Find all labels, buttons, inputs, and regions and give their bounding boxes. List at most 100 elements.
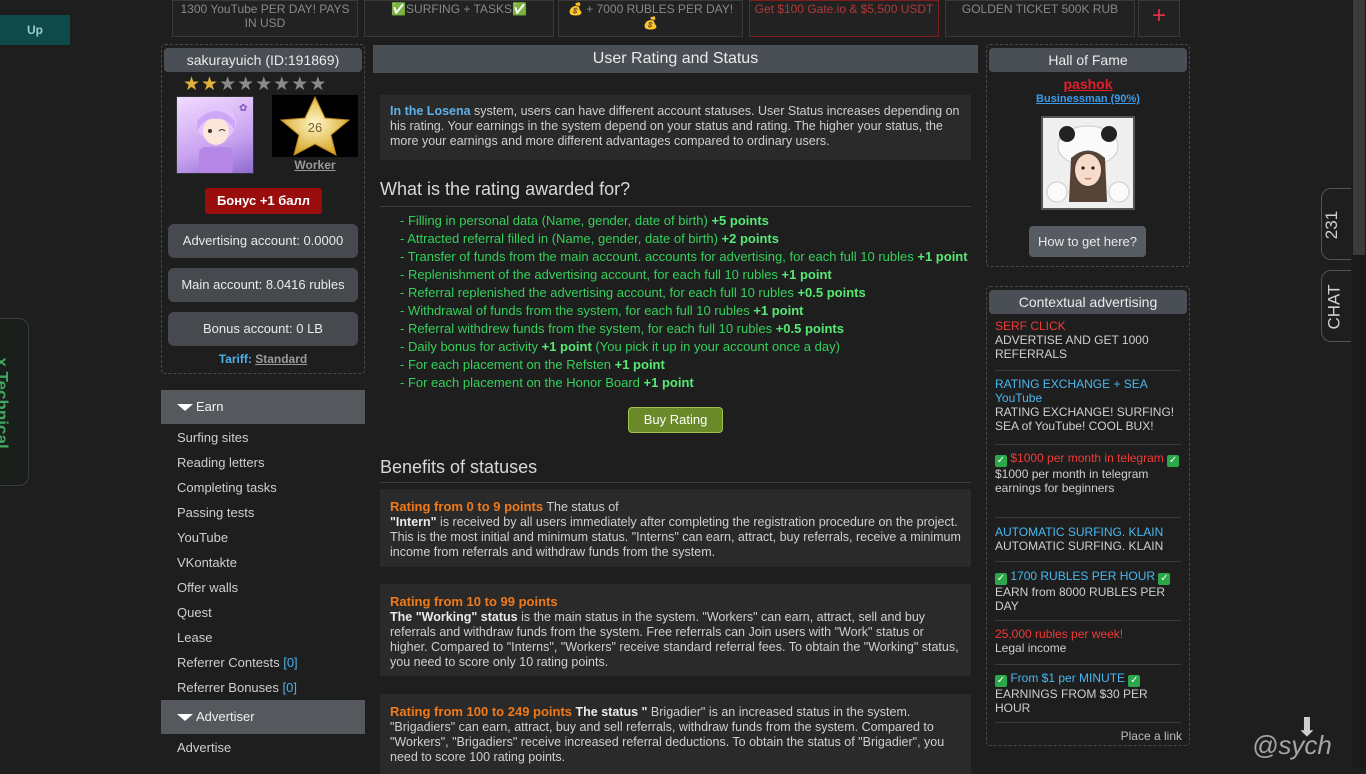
menu-item-advertise[interactable]: Advertise: [177, 740, 231, 755]
menu-item-referrer-contests[interactable]: Referrer Contests [0]: [177, 655, 298, 670]
page-title: User Rating and Status: [373, 45, 978, 73]
scroll-up-button[interactable]: Up: [0, 15, 70, 45]
scrollbar-thumb[interactable]: [1353, 0, 1365, 255]
benefits-section-title: Benefits of statuses: [380, 457, 538, 477]
intro-text: In the Losena system, users can have dif…: [380, 95, 971, 160]
contests-count: [0]: [283, 655, 298, 670]
status-label[interactable]: Worker: [272, 158, 358, 172]
list-item: - Filling in personal data (Name, gender…: [400, 213, 769, 228]
technical-label: x Technical: [0, 357, 12, 449]
divider: [995, 722, 1181, 723]
menu-item-referrer-bonuses[interactable]: Referrer Bonuses [0]: [177, 680, 297, 695]
list-item: - Transfer of funds from the main accoun…: [400, 249, 968, 264]
divider: [380, 206, 971, 207]
advertiser-menu-header[interactable]: Advertiser: [161, 700, 365, 734]
check-icon: ✓: [1158, 573, 1171, 585]
menu-item-completing-tasks[interactable]: Completing tasks: [177, 480, 277, 495]
ad-item[interactable]: AUTOMATIC SURFING. KLAIN AUTOMATIC SURFIN…: [995, 525, 1181, 553]
divider: [380, 482, 971, 483]
list-item: - Withdrawal of funds from the system, f…: [400, 303, 804, 318]
ad-item[interactable]: 25,000 rubles per week! Legal income: [995, 627, 1181, 655]
ad-item[interactable]: ✓ 1700 RUBLES PER HOUR ✓ EARN from 8000 R…: [995, 569, 1181, 613]
menu-item-reading-letters[interactable]: Reading letters: [177, 455, 264, 470]
rating-stars: ★★★★★★★★: [183, 75, 327, 95]
check-icon: ✓: [1167, 455, 1180, 467]
divider: [995, 664, 1181, 665]
contextual-ads-title: Contextual advertising: [989, 290, 1187, 314]
buy-rating-button[interactable]: Buy Rating: [628, 407, 723, 433]
place-a-link[interactable]: Place a link: [1100, 729, 1182, 743]
bonuses-count: [0]: [282, 680, 297, 695]
menu-item-lease[interactable]: Lease: [177, 630, 212, 645]
benefit-brigadier: Rating from 100 to 249 points The status…: [380, 694, 971, 774]
list-item: - Replenishment of the advertising accou…: [400, 267, 832, 282]
chat-tab[interactable]: CHAT: [1321, 270, 1351, 342]
divider: [995, 561, 1181, 562]
status-star-icon: 26: [272, 95, 358, 157]
advertising-account[interactable]: Advertising account: 0.0000: [168, 224, 358, 258]
benefit-intern: Rating from 0 to 9 points The status of …: [380, 489, 971, 567]
counter-value: 231: [1322, 210, 1342, 240]
menu-item-quest[interactable]: Quest: [177, 605, 212, 620]
check-icon: ✓: [1128, 675, 1141, 687]
check-icon: ✓: [995, 675, 1007, 687]
menu-item-vkontakte[interactable]: VKontakte: [177, 555, 237, 570]
menu-item-surfing-sites[interactable]: Surfing sites: [177, 430, 249, 445]
banner-4[interactable]: Get $100 Gate.io & $5,500 USDT: [749, 0, 939, 37]
hof-status[interactable]: Businessman (90%): [987, 93, 1189, 105]
banner-1[interactable]: 1300 YouTube PER DAY! PAYS IN USD: [172, 0, 358, 37]
bonus-account[interactable]: Bonus account: 0 LB: [168, 312, 358, 346]
star-icon: ★: [291, 74, 310, 95]
ad-item[interactable]: RATING EXCHANGE + SEA YouTube RATING EXCH…: [995, 377, 1181, 433]
star-icon: ★: [237, 74, 256, 95]
user-avatar[interactable]: ✿: [176, 96, 254, 174]
ad-item[interactable]: SERF CLICK ADVERTISE AND GET 1000 REFERRA…: [995, 319, 1181, 361]
list-item: - For each placement on the Honor Board …: [400, 375, 694, 390]
banner-2[interactable]: ✅SURFING + TASKS✅: [364, 0, 554, 37]
list-item: - Referral withdrew funds from the syste…: [400, 321, 844, 336]
main-account[interactable]: Main account: 8.0416 rubles: [168, 268, 358, 302]
how-to-get-here-button[interactable]: How to get here?: [1029, 226, 1146, 257]
hall-of-fame-title: Hall of Fame: [989, 48, 1187, 72]
chevron-down-icon: [177, 404, 193, 412]
ad-item[interactable]: ✓ $1000 per month in telegram ✓ $1000 per…: [995, 451, 1181, 495]
technical-tab[interactable]: x Technical: [0, 318, 29, 486]
chevron-down-icon: [177, 714, 193, 722]
intro-highlight: In the Losena: [390, 104, 471, 118]
star-icon: ★: [309, 74, 328, 95]
rating-list: - Filling in personal data (Name, gender…: [400, 212, 968, 392]
star-icon: ★: [183, 74, 202, 95]
tariff: Tariff: Standard: [163, 352, 363, 366]
list-item: - Daily bonus for activity +1 point (You…: [400, 339, 840, 354]
bonus-button[interactable]: Бонус +1 балл: [205, 188, 322, 214]
level-number: 26: [308, 120, 322, 135]
banner-3[interactable]: 💰 + 7000 RUBLES PER DAY! 💰: [558, 0, 743, 37]
check-icon: ✓: [995, 455, 1007, 467]
svg-text:✿: ✿: [239, 103, 247, 114]
counter-tab[interactable]: 231: [1321, 188, 1351, 260]
divider: [995, 517, 1181, 518]
star-icon: ★: [273, 74, 292, 95]
menu-item-offer-walls[interactable]: Offer walls: [177, 580, 238, 595]
list-item: - Attracted referral filled in (Name, ge…: [400, 231, 779, 246]
list-item: - Referral replenished the advertising a…: [400, 285, 866, 300]
tariff-value[interactable]: Standard: [255, 352, 307, 366]
hof-avatar[interactable]: [1041, 116, 1135, 210]
watermark: @sych: [1252, 730, 1332, 760]
benefit-worker: Rating from 10 to 99 points The "Working…: [380, 584, 971, 676]
star-icon: ★: [219, 74, 238, 95]
add-banner-button[interactable]: +: [1138, 0, 1180, 37]
banner-5[interactable]: GOLDEN TICKET 500K RUB: [945, 0, 1135, 37]
divider: [995, 444, 1181, 445]
chat-label: CHAT: [1324, 284, 1344, 330]
divider: [995, 620, 1181, 621]
ad-item[interactable]: ✓ From $1 per MINUTE ✓ EARNINGS FROM $30 …: [995, 671, 1181, 715]
menu-item-youtube[interactable]: YouTube: [177, 530, 228, 545]
menu-item-passing-tests[interactable]: Passing tests: [177, 505, 254, 520]
list-item: - For each placement on the Refsten +1 p…: [400, 357, 665, 372]
profile-username[interactable]: sakurayuich (ID:191869): [164, 48, 362, 72]
earn-menu-header[interactable]: Earn: [161, 390, 365, 424]
tariff-label: Tariff:: [218, 352, 252, 366]
check-icon: ✓: [995, 573, 1007, 585]
hof-username[interactable]: pashok: [987, 76, 1189, 92]
